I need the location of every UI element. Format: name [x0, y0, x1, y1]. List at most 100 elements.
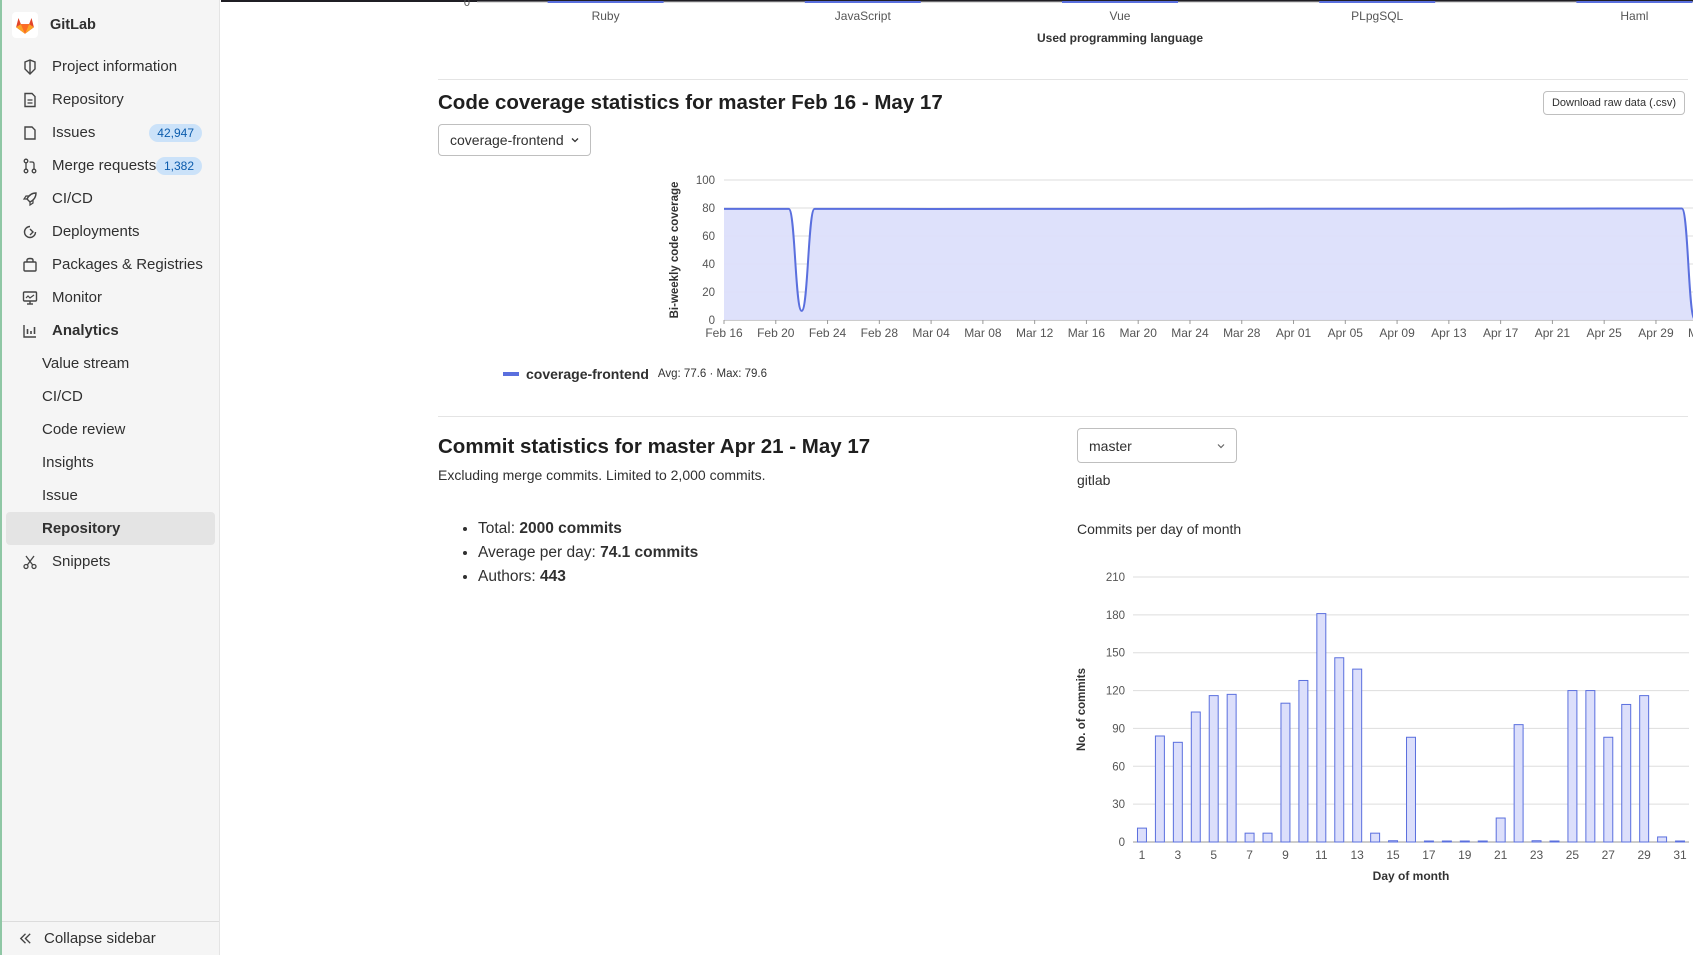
x-tick-label: Mar 20 [1120, 326, 1158, 340]
sidebar-subitem-value-stream[interactable]: Value stream [6, 347, 215, 380]
brand[interactable]: GitLab [2, 0, 219, 50]
sidebar-item-deployments[interactable]: Deployments [6, 215, 215, 248]
monitor-icon [21, 289, 39, 307]
deployments-icon [21, 223, 39, 241]
x-tick-label: 5 [1210, 848, 1217, 862]
sidebar-item-analytics[interactable]: Analytics [6, 314, 215, 347]
y-axis-label: Bi-weekly code coverage [669, 182, 681, 319]
sidebar-item-label: CI/CD [52, 190, 93, 207]
coverage-chart: 020406080100Bi-weekly code coverageFeb 1… [669, 175, 1693, 340]
bar-day-24 [1549, 840, 1560, 843]
stat-average: Average per day: 74.1 commits [478, 541, 698, 565]
sidebar-subitem-code-review[interactable]: Code review [6, 413, 215, 446]
stat-average-value: 74.1 commits [600, 544, 699, 561]
coverage-area [724, 208, 1693, 320]
bar-day-8 [1262, 832, 1273, 843]
branch-selected: master [1089, 437, 1132, 454]
x-tick-label: 25 [1566, 848, 1580, 862]
y-tick-label: 0 [1119, 837, 1125, 849]
x-tick-label: 1 [1139, 848, 1146, 862]
sidebar-item-label: Analytics [52, 322, 119, 339]
y-tick-label: 120 [1106, 686, 1125, 698]
bar-Haml [1576, 1, 1693, 3]
download-csv-button[interactable]: Download raw data (.csv) [1543, 91, 1685, 115]
chevron-down-icon [1217, 443, 1225, 448]
bar-PLpgSQL [1319, 1, 1436, 3]
legend-stats: Avg: 77.6 · Max: 79.6 [657, 368, 768, 380]
x-tick-label: Feb 28 [861, 326, 899, 340]
y-tick-label: 100 [696, 175, 715, 187]
x-tick-label: Ruby [592, 9, 620, 23]
x-tick-label: JavaScript [835, 9, 892, 23]
project-name: gitlab [1077, 472, 1111, 488]
package-icon [21, 256, 39, 274]
branch-dropdown[interactable]: master [1077, 428, 1237, 463]
sidebar-item-label: Issues [52, 124, 96, 141]
bar-day-27 [1603, 736, 1614, 843]
sidebar-item-snippets[interactable]: Snippets [6, 545, 215, 578]
legend-swatch [503, 372, 519, 376]
section-divider [438, 416, 1688, 417]
sidebar-item-project-information[interactable]: Project information [6, 50, 215, 83]
sidebar-item-packages-registries[interactable]: Packages & Registries [6, 248, 215, 281]
bar-day-15 [1388, 840, 1399, 843]
bar-day-14 [1370, 832, 1381, 843]
commit-stats-list: Total: 2000 commits Average per day: 74.… [438, 517, 698, 589]
sidebar-item-cicd[interactable]: CI/CD [6, 182, 215, 215]
sidebar-subitem-issue[interactable]: Issue [6, 479, 215, 512]
sidebar-item-label: Packages & Registries [52, 256, 203, 273]
y-tick-label: 20 [702, 287, 715, 299]
commits-title: Commit statistics for master Apr 21 - Ma… [438, 435, 871, 458]
x-tick-label: 31 [1673, 848, 1687, 862]
x-tick-label: Apr 17 [1483, 326, 1519, 340]
bar-day-3 [1172, 741, 1183, 843]
x-tick-label: Mar 16 [1068, 326, 1106, 340]
coverage-legend: coverage-frontend Avg: 77.6 · Max: 79.6 [503, 366, 767, 382]
y-tick-label: 60 [1112, 761, 1125, 773]
coverage-job-dropdown[interactable]: coverage-frontend [438, 124, 591, 156]
bar-day-5 [1208, 695, 1219, 843]
bar-day-31 [1675, 840, 1686, 843]
x-tick-label: Apr 09 [1379, 326, 1415, 340]
bar-day-4 [1190, 711, 1201, 843]
bar-Vue [1062, 1, 1178, 3]
snippets-icon [21, 553, 39, 571]
bar-day-11 [1316, 613, 1327, 843]
x-tick-label: 9 [1282, 848, 1289, 862]
bar-day-26 [1585, 690, 1596, 843]
sidebar-item-monitor[interactable]: Monitor [6, 281, 215, 314]
bar-Ruby [547, 1, 664, 3]
x-tick-label: Mar 24 [1171, 326, 1209, 340]
bar-day-2 [1154, 735, 1165, 843]
x-tick-label: Vue [1110, 9, 1131, 23]
bar-day-19 [1459, 840, 1470, 843]
bar-day-10 [1298, 679, 1309, 843]
sidebar-item-merge-requests[interactable]: Merge requests 1,382 [6, 149, 215, 182]
y-tick-label: 40 [702, 259, 715, 271]
brand-name: GitLab [50, 17, 96, 33]
x-tick-label: Haml [1620, 9, 1648, 23]
sidebar-subitem-repository[interactable]: Repository [6, 512, 215, 545]
x-tick-label: 11 [1315, 848, 1328, 862]
x-tick-label: 13 [1351, 848, 1365, 862]
bar-day-28 [1621, 703, 1632, 843]
x-tick-label: Feb 16 [705, 326, 743, 340]
sidebar-item-label: Merge requests [52, 157, 157, 174]
sidebar-subitem-cicd[interactable]: CI/CD [6, 380, 215, 413]
languages-chart: 0 Ruby JavaScript Vue PLpgSQL Haml Used progra… [464, 0, 1693, 45]
x-tick-label: Apr 29 [1638, 326, 1674, 340]
stat-total: Total: 2000 commits [478, 517, 698, 541]
sidebar-item-issues[interactable]: Issues 42,947 [6, 116, 215, 149]
x-tick-label: Feb 24 [809, 326, 847, 340]
sidebar-subitem-insights[interactable]: Insights [6, 446, 215, 479]
rocket-icon [21, 190, 39, 208]
merge-request-icon [21, 157, 39, 175]
project-information-icon [21, 58, 39, 76]
bar-day-25 [1567, 690, 1578, 843]
sidebar-item-label: Deployments [52, 223, 140, 240]
collapse-sidebar-button[interactable]: Collapse sidebar [2, 921, 219, 955]
bar-JavaScript [804, 1, 921, 3]
x-tick-label: PLpgSQL [1351, 9, 1403, 23]
y-tick-label: 90 [1112, 723, 1125, 735]
sidebar-item-repository[interactable]: Repository [6, 83, 215, 116]
